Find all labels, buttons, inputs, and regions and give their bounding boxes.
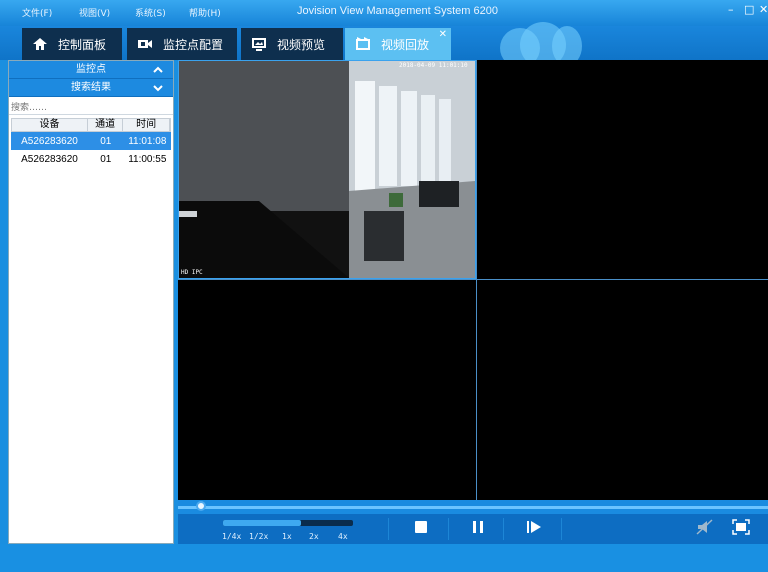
cell-channel: 01 [100,153,112,165]
menu-view[interactable]: 视图(V) [79,6,110,19]
speed-slider[interactable] [223,520,353,526]
divider [388,518,389,540]
tab-bar: 控制面板 监控点配置 视频预览 视频回放 ✕ [0,22,768,68]
status-bar [0,544,768,572]
playback-progress-bar[interactable] [178,500,768,514]
speed-label-quarter[interactable]: 1/4x [222,532,241,541]
video-window-1[interactable]: 2018-04-09 11:01:10 HD IPC [178,60,476,279]
progress-slider-handle[interactable] [196,501,206,511]
minimize-button[interactable]: – [728,3,734,16]
tab-label: 控制面板 [58,37,107,52]
title-bar: 文件(F) 视图(V) 系统(S) 帮助(H) Jovision View Ma… [0,0,768,26]
menu-system[interactable]: 系统(S) [135,6,166,19]
search-input[interactable]: 搜索…… [9,97,173,115]
tab-label: 视频回放 [381,37,430,52]
video-window-3[interactable] [178,280,476,500]
column-header-channel[interactable]: 通道 [88,119,124,131]
menu-help[interactable]: 帮助(H) [189,6,221,19]
speed-label-2x[interactable]: 2x [309,532,319,541]
panel-title: 搜索结果 [71,82,111,93]
step-forward-icon [527,521,541,533]
pause-button[interactable] [468,518,488,536]
divider [503,518,504,540]
panel-title: 监控点 [76,64,106,75]
pause-icon [473,521,483,533]
step-forward-button[interactable] [524,518,544,536]
fullscreen-button[interactable] [731,518,751,536]
maximize-button[interactable]: □ [744,3,754,16]
tab-video-preview[interactable]: 视频预览 [241,28,343,60]
mute-icon [696,519,713,535]
menu-file[interactable]: 文件(F) [22,6,52,19]
search-results-header[interactable]: 搜索结果 [9,79,173,97]
camera-label: HD IPC [181,269,203,276]
speed-slider-fill [223,520,301,526]
window-title: Jovision View Management System 6200 [297,5,498,17]
tab-monitor-config[interactable]: 监控点配置 [127,28,237,60]
monitor-points-header[interactable]: 监控点 [9,61,173,79]
cell-device: A526283620 [21,153,78,165]
tab-video-playback[interactable]: 视频回放 ✕ [345,28,451,60]
divider [448,518,449,540]
table-row[interactable]: A526283620 01 11:01:08 [11,132,171,150]
cell-time: 11:01:08 [128,135,167,147]
speed-label-4x[interactable]: 4x [338,532,348,541]
cell-time: 11:00:55 [128,153,167,165]
playback-icon [355,37,371,51]
table-row[interactable]: A526283620 01 11:00:55 [11,150,171,168]
column-header-device[interactable]: 设备 [12,119,89,131]
video-timestamp: 2018-04-09 11:01:10 [399,62,468,69]
speed-label-1x[interactable]: 1x [282,532,292,541]
cell-device: A526283620 [21,135,78,147]
cell-channel: 01 [100,135,112,147]
results-table-header: 设备 通道 时间 [11,118,171,132]
camera-feed-image [179,61,475,278]
video-window-2[interactable] [477,60,768,279]
tab-label: 监控点配置 [163,37,224,52]
playback-controls: 1/4x 1/2x 1x 2x 4x [178,500,768,544]
monitor-icon [251,37,267,51]
mute-button[interactable] [695,518,715,536]
home-icon [32,37,48,51]
close-button[interactable]: ✕ [759,3,768,16]
fullscreen-icon [732,519,750,535]
speed-label-half[interactable]: 1/2x [249,532,268,541]
stop-icon [415,521,427,533]
close-tab-icon[interactable]: ✕ [439,29,447,40]
progress-track [178,506,768,509]
camera-icon [137,37,153,51]
grid-divider [178,279,768,280]
video-window-4[interactable] [477,280,768,500]
divider [561,518,562,540]
sidebar: 监控点 搜索结果 搜索…… 设备 通道 时间 A526283620 01 11:… [8,60,174,544]
column-header-time[interactable]: 时间 [123,119,170,131]
tab-label: 视频预览 [277,37,326,52]
tab-control-panel[interactable]: 控制面板 [22,28,122,60]
stop-button[interactable] [411,518,431,536]
grid-divider [476,60,477,500]
video-grid: 2018-04-09 11:01:10 HD IPC [178,60,768,500]
chevron-down-icon[interactable] [153,79,163,104]
